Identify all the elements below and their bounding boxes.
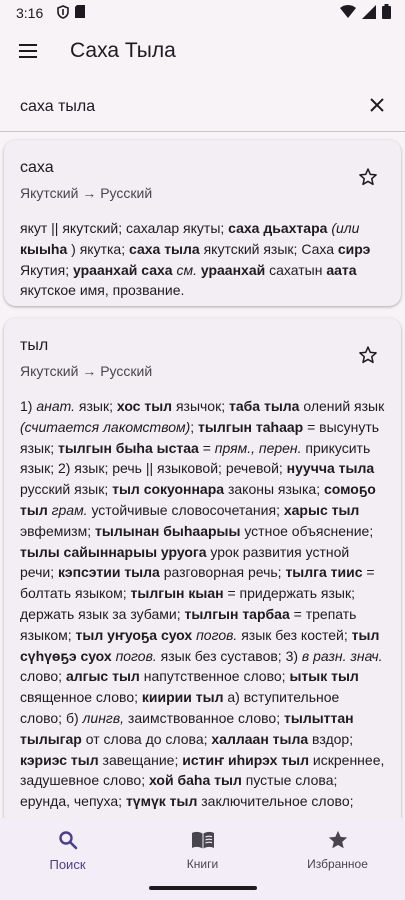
nav-label: Поиск xyxy=(49,856,86,872)
result-direction: Якутский → Русский xyxy=(20,363,153,379)
battery-icon xyxy=(382,4,391,22)
nav-search[interactable]: Поиск xyxy=(0,818,135,880)
star-icon xyxy=(327,827,349,853)
result-card[interactable]: саха Якутский → Русский якут || якутский… xyxy=(4,140,401,306)
result-definition: 1) анат. язык; хос тыл язычок; таба тыла… xyxy=(20,398,385,818)
star-outline-icon xyxy=(358,345,378,370)
nav-label: Книги xyxy=(186,857,219,871)
gesture-handle[interactable] xyxy=(149,886,257,890)
search-bar xyxy=(0,84,405,130)
result-word: тыл xyxy=(20,337,49,354)
shield-icon xyxy=(57,4,70,22)
result-direction: Якутский → Русский xyxy=(20,185,153,201)
clear-search-button[interactable] xyxy=(363,93,391,121)
search-input[interactable] xyxy=(20,87,350,127)
nav-favorites[interactable]: Избранное xyxy=(270,818,405,880)
signal-icon xyxy=(362,4,376,22)
app-title: Саха Тыла xyxy=(70,39,176,62)
nav-books[interactable]: Книги xyxy=(135,818,270,880)
sim-card-icon xyxy=(75,5,86,21)
app-bar: Саха Тыла xyxy=(0,26,405,76)
status-bar: 3:16 xyxy=(0,0,405,26)
menu-icon xyxy=(19,44,37,58)
book-icon xyxy=(191,827,215,853)
wifi-icon xyxy=(340,5,356,21)
search-icon xyxy=(58,827,78,853)
menu-button[interactable] xyxy=(0,26,56,76)
status-time: 3:16 xyxy=(16,5,44,21)
results-list[interactable]: саха Якутский → Русский якут || якутский… xyxy=(0,132,405,818)
result-card[interactable]: тыл Якутский → Русский 1) анат. язык; хо… xyxy=(4,318,401,818)
star-outline-icon xyxy=(358,167,378,192)
favorite-button[interactable] xyxy=(355,166,381,192)
favorite-button[interactable] xyxy=(355,344,381,370)
nav-label: Избранное xyxy=(307,857,368,871)
close-icon xyxy=(370,97,384,117)
result-definition: якут || якутский; сахалар якуты; саха дь… xyxy=(20,220,371,299)
result-word: саха xyxy=(20,159,54,176)
